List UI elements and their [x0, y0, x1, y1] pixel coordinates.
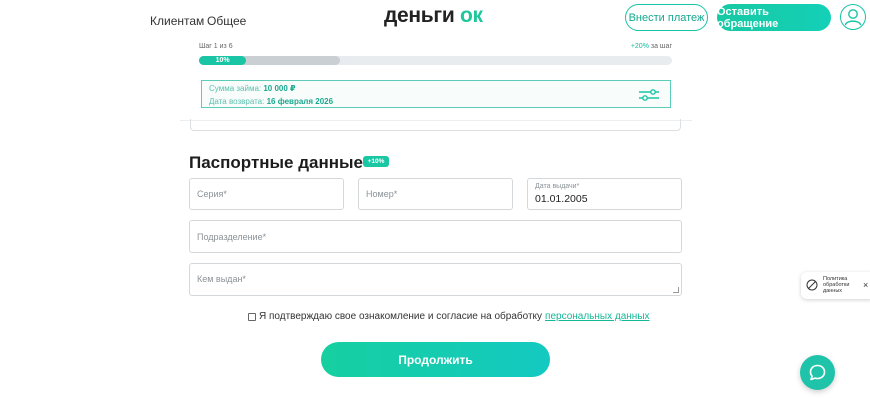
- step-bonus: +20% за шаг: [631, 43, 672, 50]
- progress-fill: 10%: [199, 56, 247, 65]
- loan-amount: Сумма займа: 10 000 ₽: [209, 84, 296, 93]
- division-placeholder: Подразделение*: [197, 232, 267, 242]
- step-bonus-value: +20%: [630, 43, 649, 50]
- division-field[interactable]: Подразделение*: [189, 220, 682, 253]
- no-tracking-icon: [806, 279, 818, 291]
- loan-amount-label: Сумма займа:: [209, 84, 262, 93]
- series-field[interactable]: Серия*: [189, 178, 344, 210]
- bonus-badge: +10%: [363, 156, 389, 167]
- chat-button[interactable]: [800, 355, 835, 390]
- profile-button[interactable]: [840, 4, 866, 30]
- pay-button[interactable]: Внести платеж: [625, 4, 708, 31]
- return-date-value: 16 февраля 2026: [266, 97, 334, 106]
- progress-bar: 10%: [199, 56, 672, 65]
- consent-row: Я подтверждаю свое ознакомление и соглас…: [248, 311, 650, 322]
- issue-date-field[interactable]: Дата выдачи* 01.01.2005: [527, 178, 682, 210]
- issued-by-placeholder: Кем выдан*: [197, 274, 246, 284]
- passport-title: Паспортные данные: [189, 153, 363, 172]
- logo-main: деньги: [384, 4, 460, 27]
- request-button[interactable]: Оставить обращение: [717, 4, 831, 31]
- policy-popup[interactable]: Политика обработки данных ×: [801, 272, 870, 299]
- number-placeholder: Номер*: [366, 189, 398, 199]
- chat-bubble-icon: [809, 364, 826, 381]
- step-label: Шаг 1 из 6: [199, 43, 233, 50]
- continue-button[interactable]: Продолжить: [321, 342, 550, 377]
- consent-text: Я подтверждаю свое ознакомление и соглас…: [259, 311, 543, 322]
- return-date-label: Дата возврата:: [209, 97, 265, 106]
- personal-data-link[interactable]: персональных данных: [545, 311, 649, 322]
- logo-accent: ок: [460, 4, 483, 27]
- consent-checkbox[interactable]: [248, 312, 256, 321]
- close-icon[interactable]: ×: [863, 280, 868, 290]
- user-icon: [844, 8, 861, 25]
- issued-by-textarea[interactable]: Кем выдан*: [189, 263, 682, 296]
- sliders-icon[interactable]: [638, 88, 660, 102]
- resize-handle[interactable]: [673, 287, 679, 293]
- loan-amount-value: 10 000 ₽: [263, 84, 296, 93]
- return-date: Дата возврата: 16 февраля 2026: [209, 97, 333, 106]
- loan-summary: Сумма займа: 10 000 ₽ Дата возврата: 16 …: [201, 80, 671, 108]
- policy-text: Политика обработки данных: [823, 276, 850, 295]
- series-placeholder: Серия*: [197, 189, 227, 199]
- issue-date-value: 01.01.2005: [535, 193, 588, 205]
- logo[interactable]: деньги ок: [384, 4, 483, 28]
- previous-field-edge: [190, 119, 681, 131]
- nav-link-clients[interactable]: Клиентам: [150, 14, 204, 28]
- step-bonus-suffix: за шаг: [648, 43, 672, 50]
- number-field[interactable]: Номер*: [358, 178, 513, 210]
- issue-date-label: Дата выдачи*: [535, 183, 580, 190]
- nav-link-general[interactable]: Общее: [207, 14, 246, 28]
